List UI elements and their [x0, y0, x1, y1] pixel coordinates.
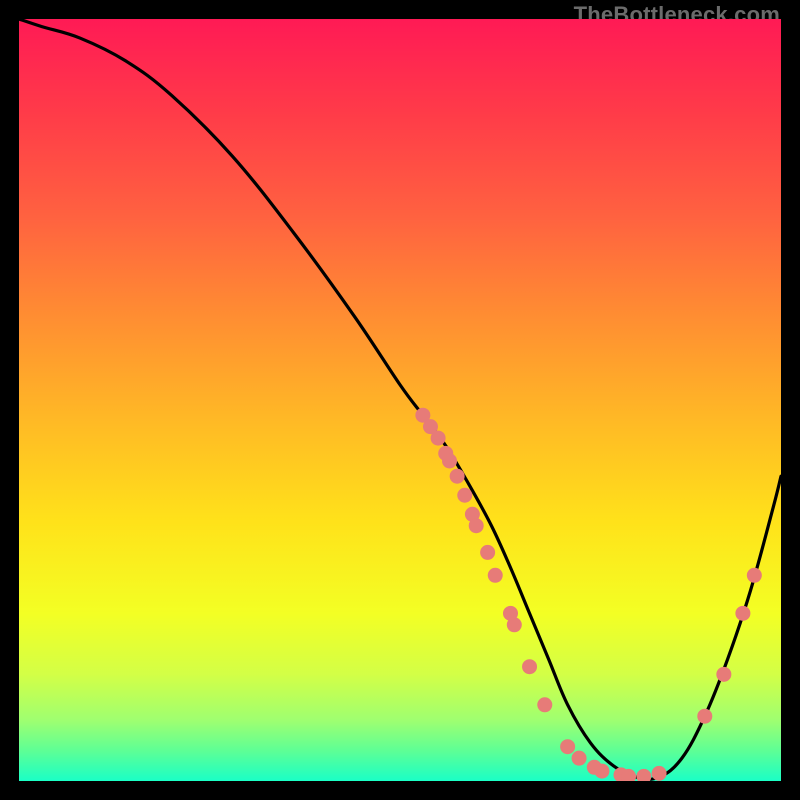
bottleneck-curve	[19, 19, 781, 779]
curve-dot	[587, 760, 602, 775]
curve-dot	[560, 739, 575, 754]
curve-dot	[652, 766, 667, 781]
curve-dots	[415, 408, 761, 781]
curve-dot	[572, 751, 587, 766]
curve-dot	[594, 764, 609, 779]
curve-dot	[735, 606, 750, 621]
curve-dot	[716, 667, 731, 682]
curve-dot	[621, 769, 636, 781]
curve-dot	[438, 446, 453, 461]
curve-dot	[503, 606, 518, 621]
curve-dot	[465, 507, 480, 522]
curve-dot	[415, 408, 430, 423]
curve-dot	[636, 769, 651, 781]
curve-dot	[423, 419, 438, 434]
curve-dot	[697, 709, 712, 724]
curve-layer	[19, 19, 781, 781]
curve-dot	[747, 568, 762, 583]
curve-dot	[469, 518, 484, 533]
chart-stage: TheBottleneck.com	[0, 0, 800, 800]
curve-dot	[450, 469, 465, 484]
curve-dot	[488, 568, 503, 583]
curve-dot	[507, 617, 522, 632]
curve-dot	[457, 488, 472, 503]
curve-dot	[537, 697, 552, 712]
curve-dot	[442, 453, 457, 468]
curve-dot	[431, 431, 446, 446]
curve-dot	[522, 659, 537, 674]
curve-dot	[480, 545, 495, 560]
curve-dot	[613, 767, 628, 781]
heat-plot-area	[19, 19, 781, 781]
